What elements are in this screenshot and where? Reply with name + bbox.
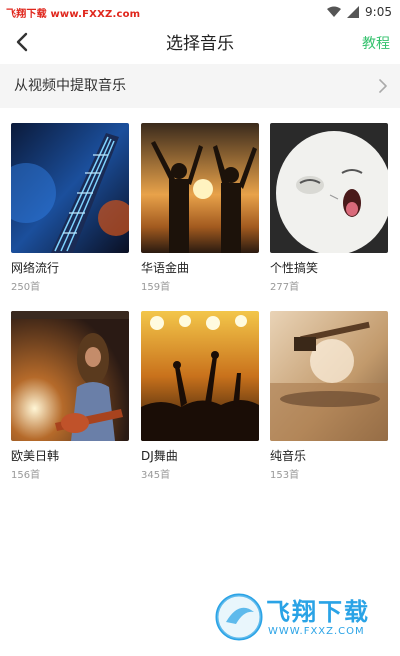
chevron-right-icon bbox=[378, 78, 388, 94]
watermark-logo: 飞翔下载 WWW.FXXZ.COM bbox=[214, 588, 392, 646]
watermark-text: 飞翔下载 www.FXXZ.com bbox=[6, 9, 141, 20]
status-bar: 飞翔下载 www.FXXZ.com 9:05 bbox=[0, 0, 400, 24]
category-count: 345首 bbox=[141, 470, 171, 481]
category-card[interactable]: 华语金曲 159首 bbox=[141, 123, 259, 294]
category-card[interactable]: DJ舞曲 345首 bbox=[141, 311, 259, 482]
category-name: 华语金曲 bbox=[141, 261, 190, 275]
category-name: 欧美日韩 bbox=[11, 449, 60, 463]
chevron-left-icon bbox=[15, 32, 29, 56]
category-thumbnail bbox=[141, 123, 259, 253]
logo-icon bbox=[215, 593, 263, 641]
page-title: 选择音乐 bbox=[166, 34, 234, 54]
category-card[interactable]: 网络流行 250首 bbox=[11, 123, 129, 294]
category-count: 277首 bbox=[270, 282, 300, 293]
category-count: 250首 bbox=[11, 282, 41, 293]
category-card[interactable]: 纯音乐 153首 bbox=[270, 311, 388, 482]
extract-label: 从视频中提取音乐 bbox=[14, 78, 126, 94]
category-thumbnail bbox=[270, 123, 388, 253]
category-thumbnail bbox=[141, 311, 259, 441]
status-icons: 9:05 bbox=[327, 4, 392, 20]
category-name: DJ舞曲 bbox=[141, 449, 178, 463]
category-thumbnail bbox=[11, 311, 129, 441]
category-thumbnail bbox=[270, 311, 388, 441]
extract-from-video-row[interactable]: 从视频中提取音乐 bbox=[0, 64, 400, 108]
wifi-icon bbox=[327, 3, 342, 22]
signal-icon bbox=[347, 3, 360, 22]
watermark-brand: 飞翔下载 bbox=[266, 598, 370, 626]
watermark-url: WWW.FXXZ.COM bbox=[268, 626, 365, 637]
back-button[interactable] bbox=[8, 30, 36, 58]
category-name: 个性搞笑 bbox=[270, 261, 319, 275]
status-time: 9:05 bbox=[365, 5, 392, 19]
category-count: 159首 bbox=[141, 282, 171, 293]
category-card[interactable]: 个性搞笑 277首 bbox=[270, 123, 388, 294]
category-name: 纯音乐 bbox=[270, 449, 307, 463]
category-count: 153首 bbox=[270, 470, 300, 481]
category-count: 156首 bbox=[11, 470, 41, 481]
tutorial-button[interactable]: 教程 bbox=[362, 24, 390, 64]
category-thumbnail bbox=[11, 123, 129, 253]
title-bar: 选择音乐 教程 bbox=[0, 24, 400, 64]
category-name: 网络流行 bbox=[11, 261, 60, 275]
category-card[interactable]: 欧美日韩 156首 bbox=[11, 311, 129, 482]
